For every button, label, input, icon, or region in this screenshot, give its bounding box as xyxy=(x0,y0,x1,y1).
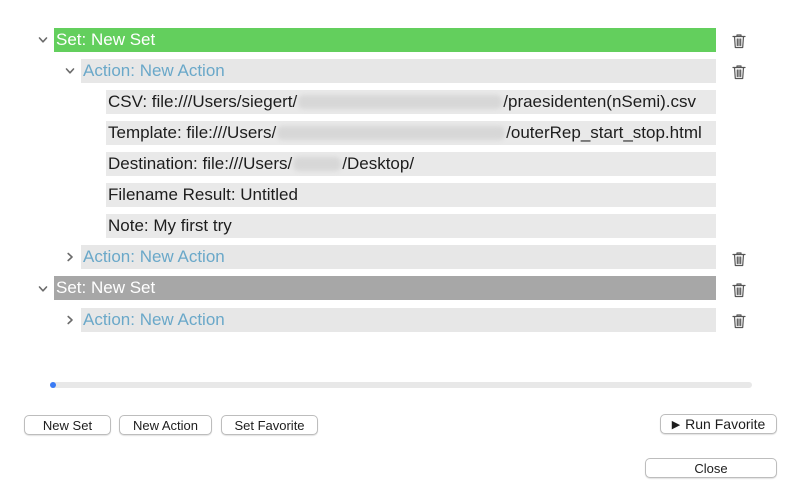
trash-icon[interactable] xyxy=(731,281,747,299)
close-button[interactable]: Close xyxy=(645,458,777,478)
trash-icon[interactable] xyxy=(731,250,747,268)
play-icon: ▶ xyxy=(671,418,681,431)
action-row[interactable]: Action: New Action xyxy=(81,245,716,269)
note-label: Note: My first try xyxy=(108,216,232,235)
trash-icon[interactable] xyxy=(731,32,747,50)
action-row[interactable]: Action: New Action xyxy=(81,59,716,83)
progress-indicator xyxy=(50,382,56,388)
action-label: Action: New Action xyxy=(83,310,225,329)
set-row[interactable]: Set: New Set xyxy=(54,276,716,300)
csv-prefix: CSV: file:///Users/siegert/ xyxy=(108,92,298,111)
chevron-down-icon[interactable] xyxy=(64,65,76,77)
set-label: Set: New Set xyxy=(56,30,156,49)
chevron-down-icon[interactable] xyxy=(37,34,49,46)
csv-detail-row[interactable]: CSV: file:///Users/siegert/ /praesidente… xyxy=(106,90,716,114)
destination-suffix: /Desktop/ xyxy=(342,154,415,173)
template-detail-row[interactable]: Template: file:///Users/ /outerRep_start… xyxy=(106,121,716,145)
redacted-text xyxy=(293,157,342,171)
action-row[interactable]: Action: New Action xyxy=(81,308,716,332)
run-favorite-button[interactable]: ▶ Run Favorite xyxy=(660,414,777,434)
filename-detail-row[interactable]: Filename Result: Untitled xyxy=(106,183,716,207)
window-content: Set: New Set Action: New Action CSV: fil… xyxy=(0,0,800,500)
action-label: Action: New Action xyxy=(83,61,225,80)
chevron-right-icon[interactable] xyxy=(64,251,76,263)
set-favorite-button[interactable]: Set Favorite xyxy=(221,415,318,435)
new-action-button[interactable]: New Action xyxy=(119,415,212,435)
new-set-button[interactable]: New Set xyxy=(24,415,111,435)
template-prefix: Template: file:///Users/ xyxy=(108,123,277,142)
progress-bar xyxy=(50,382,752,388)
trash-icon[interactable] xyxy=(731,312,747,330)
destination-detail-row[interactable]: Destination: file:///Users/ /Desktop/ xyxy=(106,152,716,176)
redacted-text xyxy=(298,95,503,109)
trash-icon[interactable] xyxy=(731,63,747,81)
chevron-down-icon[interactable] xyxy=(37,283,49,295)
set-row[interactable]: Set: New Set xyxy=(54,28,716,52)
set-label: Set: New Set xyxy=(56,278,156,297)
destination-prefix: Destination: file:///Users/ xyxy=(108,154,293,173)
csv-suffix: /praesidenten(nSemi).csv xyxy=(503,92,697,111)
template-suffix: /outerRep_start_stop.html xyxy=(506,123,702,142)
run-favorite-label: Run Favorite xyxy=(685,416,766,432)
action-label: Action: New Action xyxy=(83,247,225,266)
filename-label: Filename Result: Untitled xyxy=(108,185,298,204)
redacted-text xyxy=(277,126,506,140)
chevron-right-icon[interactable] xyxy=(64,314,76,326)
note-detail-row[interactable]: Note: My first try xyxy=(106,214,716,238)
